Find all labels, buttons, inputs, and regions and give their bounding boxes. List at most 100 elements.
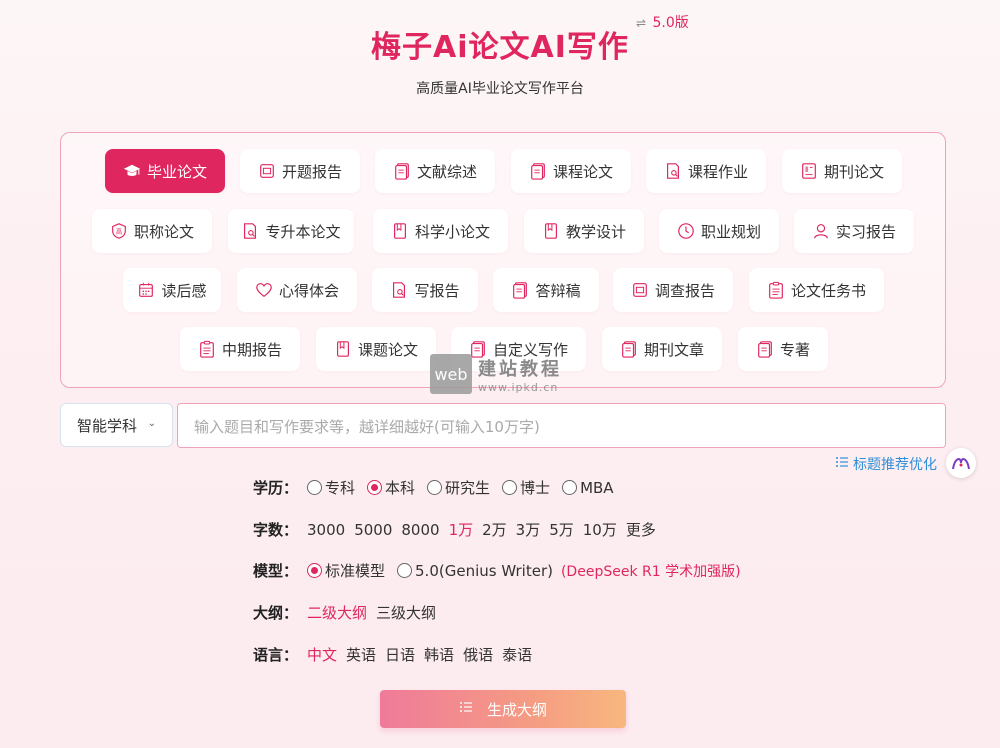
education-option[interactable]: 博士 <box>502 477 550 498</box>
generate-label: 生成大纲 <box>486 700 547 719</box>
type-course-paper[interactable]: 课程论文 <box>511 149 631 193</box>
language-option[interactable]: 中文 <box>307 644 337 665</box>
type-proposal-report[interactable]: 开题报告 <box>240 149 360 193</box>
version-toggle[interactable]: ⇌ 5.0版 <box>636 12 689 32</box>
wordcount-option[interactable]: 2万 <box>482 519 507 540</box>
type-monograph[interactable]: 专著 <box>738 327 828 371</box>
type-title-paper[interactable]: 高 职称论文 <box>92 209 212 253</box>
type-label: 课题论文 <box>357 340 418 359</box>
type-literature-review[interactable]: 文献综述 <box>375 149 495 193</box>
report-icon <box>631 281 649 299</box>
chevron-down-icon: ⌄ <box>147 418 156 429</box>
list-icon <box>835 455 849 473</box>
generate-outline-button[interactable]: 生成大纲 <box>380 690 626 728</box>
type-label: 职业规划 <box>700 222 761 241</box>
type-label: 开题报告 <box>281 162 342 181</box>
type-project-paper[interactable]: 课题论文 <box>316 327 436 371</box>
type-reading-notes[interactable]: 读后感 <box>123 268 221 312</box>
model-row: 模型： 标准模型 5.0(Genius Writer) (DeepSeek R1… <box>253 560 741 581</box>
type-internship-report[interactable]: 实习报告 <box>794 209 914 253</box>
type-label: 中期报告 <box>221 340 282 359</box>
document-search-icon <box>664 162 682 180</box>
calendar-icon <box>137 281 155 299</box>
wordcount-option[interactable]: 3万 <box>516 519 541 540</box>
graduation-cap-icon <box>123 162 141 180</box>
education-option[interactable]: 专科 <box>307 477 355 498</box>
language-option[interactable]: 韩语 <box>424 644 454 665</box>
wordcount-option[interactable]: 10万 <box>583 519 617 540</box>
type-label: 科学小论文 <box>414 222 490 241</box>
topic-input[interactable] <box>177 403 946 448</box>
type-science-paper[interactable]: 科学小论文 <box>373 209 508 253</box>
document-icon <box>529 162 547 180</box>
assistant-icon[interactable] <box>946 448 976 478</box>
language-option[interactable]: 日语 <box>385 644 415 665</box>
paper-type-panel: 毕业论文 开题报告 文献综述 课程论文 课程作业 期刊论文 高 职称论文 专升本… <box>60 132 946 388</box>
title-recommend-link[interactable]: 标题推荐优化 <box>835 454 937 474</box>
app-subtitle: 高质量AI毕业论文写作平台 <box>416 81 584 97</box>
language-option[interactable]: 俄语 <box>463 644 493 665</box>
education-option[interactable]: MBA <box>562 479 614 497</box>
type-label: 写报告 <box>414 281 460 300</box>
outline-label: 大纲： <box>253 604 299 622</box>
watermark-name: 建站教程 <box>478 358 562 380</box>
model-option[interactable]: 5.0(Genius Writer) <box>397 562 553 580</box>
wordcount-option[interactable]: 3000 <box>307 521 345 539</box>
model-note: (DeepSeek R1 学术加强版) <box>560 563 741 580</box>
type-label: 课程作业 <box>687 162 748 181</box>
outline-option[interactable]: 三级大纲 <box>376 602 436 623</box>
type-course-homework[interactable]: 课程作业 <box>646 149 766 193</box>
wordcount-option[interactable]: 5000 <box>354 521 392 539</box>
type-label: 期刊文章 <box>643 340 704 359</box>
type-label: 课程论文 <box>552 162 613 181</box>
type-reflection[interactable]: 心得体会 <box>237 268 357 312</box>
app-title: 梅子Ai论文AI写作 <box>371 30 629 65</box>
watermark-url: www.ipkd.cn <box>478 380 559 394</box>
type-career-plan[interactable]: 职业规划 <box>659 209 779 253</box>
education-option[interactable]: 本科 <box>367 477 415 498</box>
type-label: 专升本论文 <box>265 222 341 241</box>
svg-text:高: 高 <box>116 227 122 236</box>
wordcount-option[interactable]: 1万 <box>449 519 474 540</box>
wordcount-option[interactable]: 更多 <box>626 519 656 540</box>
type-defense-speech[interactable]: 答辩稿 <box>493 268 599 312</box>
type-graduation-thesis[interactable]: 毕业论文 <box>105 149 225 193</box>
shield-icon: 高 <box>110 222 128 240</box>
type-label: 读后感 <box>161 281 207 300</box>
type-label: 专著 <box>779 340 810 359</box>
document-search-icon <box>241 222 259 240</box>
wordcount-option[interactable]: 5万 <box>549 519 574 540</box>
type-midterm-report[interactable]: 中期报告 <box>180 327 300 371</box>
type-label: 教学设计 <box>565 222 626 241</box>
type-label: 期刊论文 <box>823 162 884 181</box>
wordcount-option[interactable]: 8000 <box>401 521 439 539</box>
type-upgrade-paper[interactable]: 专升本论文 <box>228 209 354 253</box>
type-write-report[interactable]: 写报告 <box>372 268 478 312</box>
education-row: 学历： 专科 本科 研究生 博士 MBA <box>253 477 626 498</box>
model-option[interactable]: 标准模型 <box>307 560 385 581</box>
language-row: 语言： 中文 英语 日语 韩语 俄语 泰语 <box>253 644 541 665</box>
wordcount-label: 字数： <box>253 521 299 539</box>
book-icon <box>391 222 409 240</box>
heart-icon <box>255 281 273 299</box>
type-task-book[interactable]: 论文任务书 <box>749 268 884 312</box>
outline-option[interactable]: 二级大纲 <box>307 602 367 623</box>
type-teaching-design[interactable]: 教学设计 <box>524 209 644 253</box>
type-journal-article[interactable]: 期刊文章 <box>602 327 722 371</box>
education-label: 学历： <box>253 479 299 497</box>
education-option[interactable]: 研究生 <box>427 477 490 498</box>
wordcount-row: 字数： 3000 5000 8000 1万 2万 3万 5万 10万 更多 <box>253 519 665 540</box>
list-icon <box>459 700 473 718</box>
book-icon <box>334 340 352 358</box>
document-icon <box>511 281 529 299</box>
language-option[interactable]: 泰语 <box>502 644 532 665</box>
type-survey-report[interactable]: 调查报告 <box>613 268 733 312</box>
subject-select[interactable]: 智能学科 ⌄ <box>60 403 173 447</box>
type-journal-paper[interactable]: 期刊论文 <box>782 149 902 193</box>
watermark-logo: web <box>430 354 472 394</box>
book-icon <box>542 222 560 240</box>
header: 梅子Ai论文AI写作 ⇌ 5.0版 高质量AI毕业论文写作平台 <box>0 0 1000 100</box>
swap-icon: ⇌ <box>636 16 647 30</box>
document-icon <box>620 340 638 358</box>
language-option[interactable]: 英语 <box>346 644 376 665</box>
